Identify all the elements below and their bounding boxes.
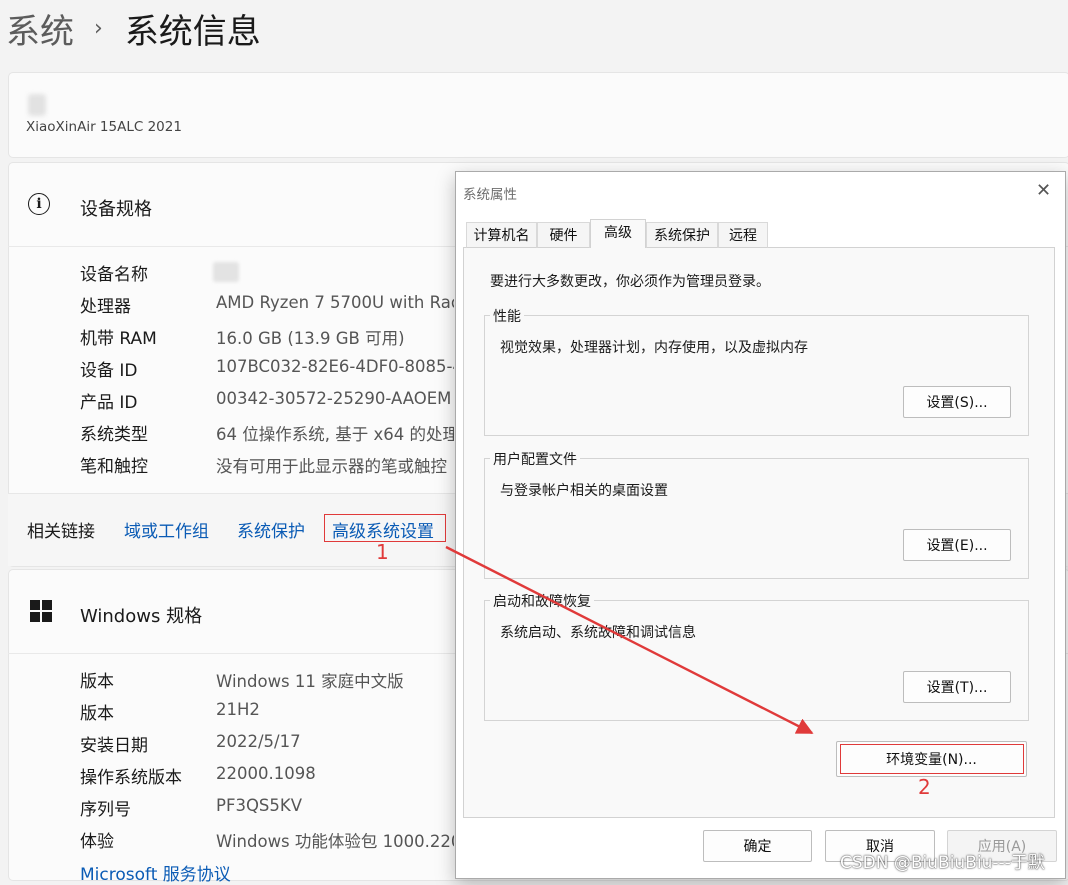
spec-label: 操作系统版本 <box>80 768 182 788</box>
device-model: XiaoXinAir 15ALC 2021 <box>26 119 182 135</box>
performance-legend: 性能 <box>490 306 524 326</box>
tab-computer-name[interactable]: 计算机名 <box>466 222 537 248</box>
spec-label: 体验 <box>80 832 114 852</box>
spec-label: 版本 <box>80 672 114 692</box>
windows-logo-icon <box>30 600 52 622</box>
device-name-redacted <box>213 262 239 282</box>
spec-label: 系统类型 <box>80 425 148 445</box>
ok-button[interactable]: 确定 <box>703 830 812 862</box>
spec-value: 没有可用于此显示器的笔或触控 <box>216 457 447 476</box>
link-microsoft-service-agreement[interactable]: Microsoft 服务协议 <box>80 860 231 885</box>
link-domain-workgroup[interactable]: 域或工作组 <box>124 517 209 542</box>
spec-value: 107BC032-82E6-4DF0-8085-4C <box>216 357 454 376</box>
spec-value: PF3QS5KV <box>216 796 303 815</box>
spec-value: AMD Ryzen 7 5700U with Rade <box>216 293 454 312</box>
page-title: 系统信息 <box>124 11 261 52</box>
spec-label: 处理器 <box>80 297 131 317</box>
annotation-step-1: 1 <box>376 540 389 564</box>
tab-remote[interactable]: 远程 <box>718 222 768 248</box>
breadcrumb: 系统 › 系统信息 <box>6 4 261 53</box>
info-icon: i <box>28 193 50 215</box>
spec-value: Windows 功能体验包 1000.2200 <box>216 832 454 851</box>
watermark: CSDN @BiuBiuBiu---于默 <box>840 853 1045 873</box>
spec-value: Windows 11 家庭中文版 <box>216 672 404 691</box>
device-card <box>8 72 1068 158</box>
spec-value: 16.0 GB (13.9 GB 可用) <box>216 329 405 348</box>
chevron-right-icon: › <box>94 15 103 41</box>
related-links-label: 相关链接 <box>27 522 95 542</box>
spec-label: 设备名称 <box>80 265 148 285</box>
breadcrumb-parent[interactable]: 系统 <box>6 4 74 53</box>
performance-settings-button[interactable]: 设置(S)... <box>903 386 1011 418</box>
spec-value: 2022/5/17 <box>216 732 301 751</box>
spec-label: 安装日期 <box>80 736 148 756</box>
startup-recovery-legend: 启动和故障恢复 <box>490 591 594 611</box>
device-name-redacted <box>28 94 46 116</box>
spec-label: 设备 ID <box>80 361 138 381</box>
spec-label: 机带 RAM <box>80 329 157 349</box>
tab-hardware[interactable]: 硬件 <box>537 222 590 248</box>
startup-recovery-settings-button[interactable]: 设置(T)... <box>903 671 1011 703</box>
tab-advanced[interactable]: 高级 <box>590 219 646 248</box>
startup-recovery-description: 系统启动、系统故障和调试信息 <box>500 625 696 641</box>
spec-label: 笔和触控 <box>80 457 148 477</box>
device-specs-title: 设备规格 <box>80 199 152 220</box>
dialog-title: 系统属性 <box>463 187 517 203</box>
admin-notice: 要进行大多数更改，你必须作为管理员登录。 <box>490 274 770 290</box>
close-icon[interactable]: ✕ <box>1036 180 1051 201</box>
user-profiles-settings-button[interactable]: 设置(E)... <box>903 529 1011 561</box>
performance-description: 视觉效果，处理器计划，内存使用，以及虚拟内存 <box>500 340 808 356</box>
user-profiles-description: 与登录帐户相关的桌面设置 <box>500 483 668 499</box>
spec-label: 版本 <box>80 704 114 724</box>
annotation-highlight-box <box>324 514 446 542</box>
annotation-step-2: 2 <box>918 775 931 799</box>
spec-value: 64 位操作系统, 基于 x64 的处理 <box>216 425 454 444</box>
link-system-protection[interactable]: 系统保护 <box>237 517 305 542</box>
user-profiles-legend: 用户配置文件 <box>490 449 580 469</box>
annotation-highlight-box <box>840 744 1024 774</box>
spec-value: 00342-30572-25290-AAOEM <box>216 389 452 408</box>
spec-label: 产品 ID <box>80 393 138 413</box>
spec-value: 22000.1098 <box>216 764 316 783</box>
spec-value: 21H2 <box>216 700 260 719</box>
spec-label: 序列号 <box>80 800 131 820</box>
tab-system-protection[interactable]: 系统保护 <box>646 222 718 248</box>
windows-specs-title: Windows 规格 <box>80 606 203 627</box>
